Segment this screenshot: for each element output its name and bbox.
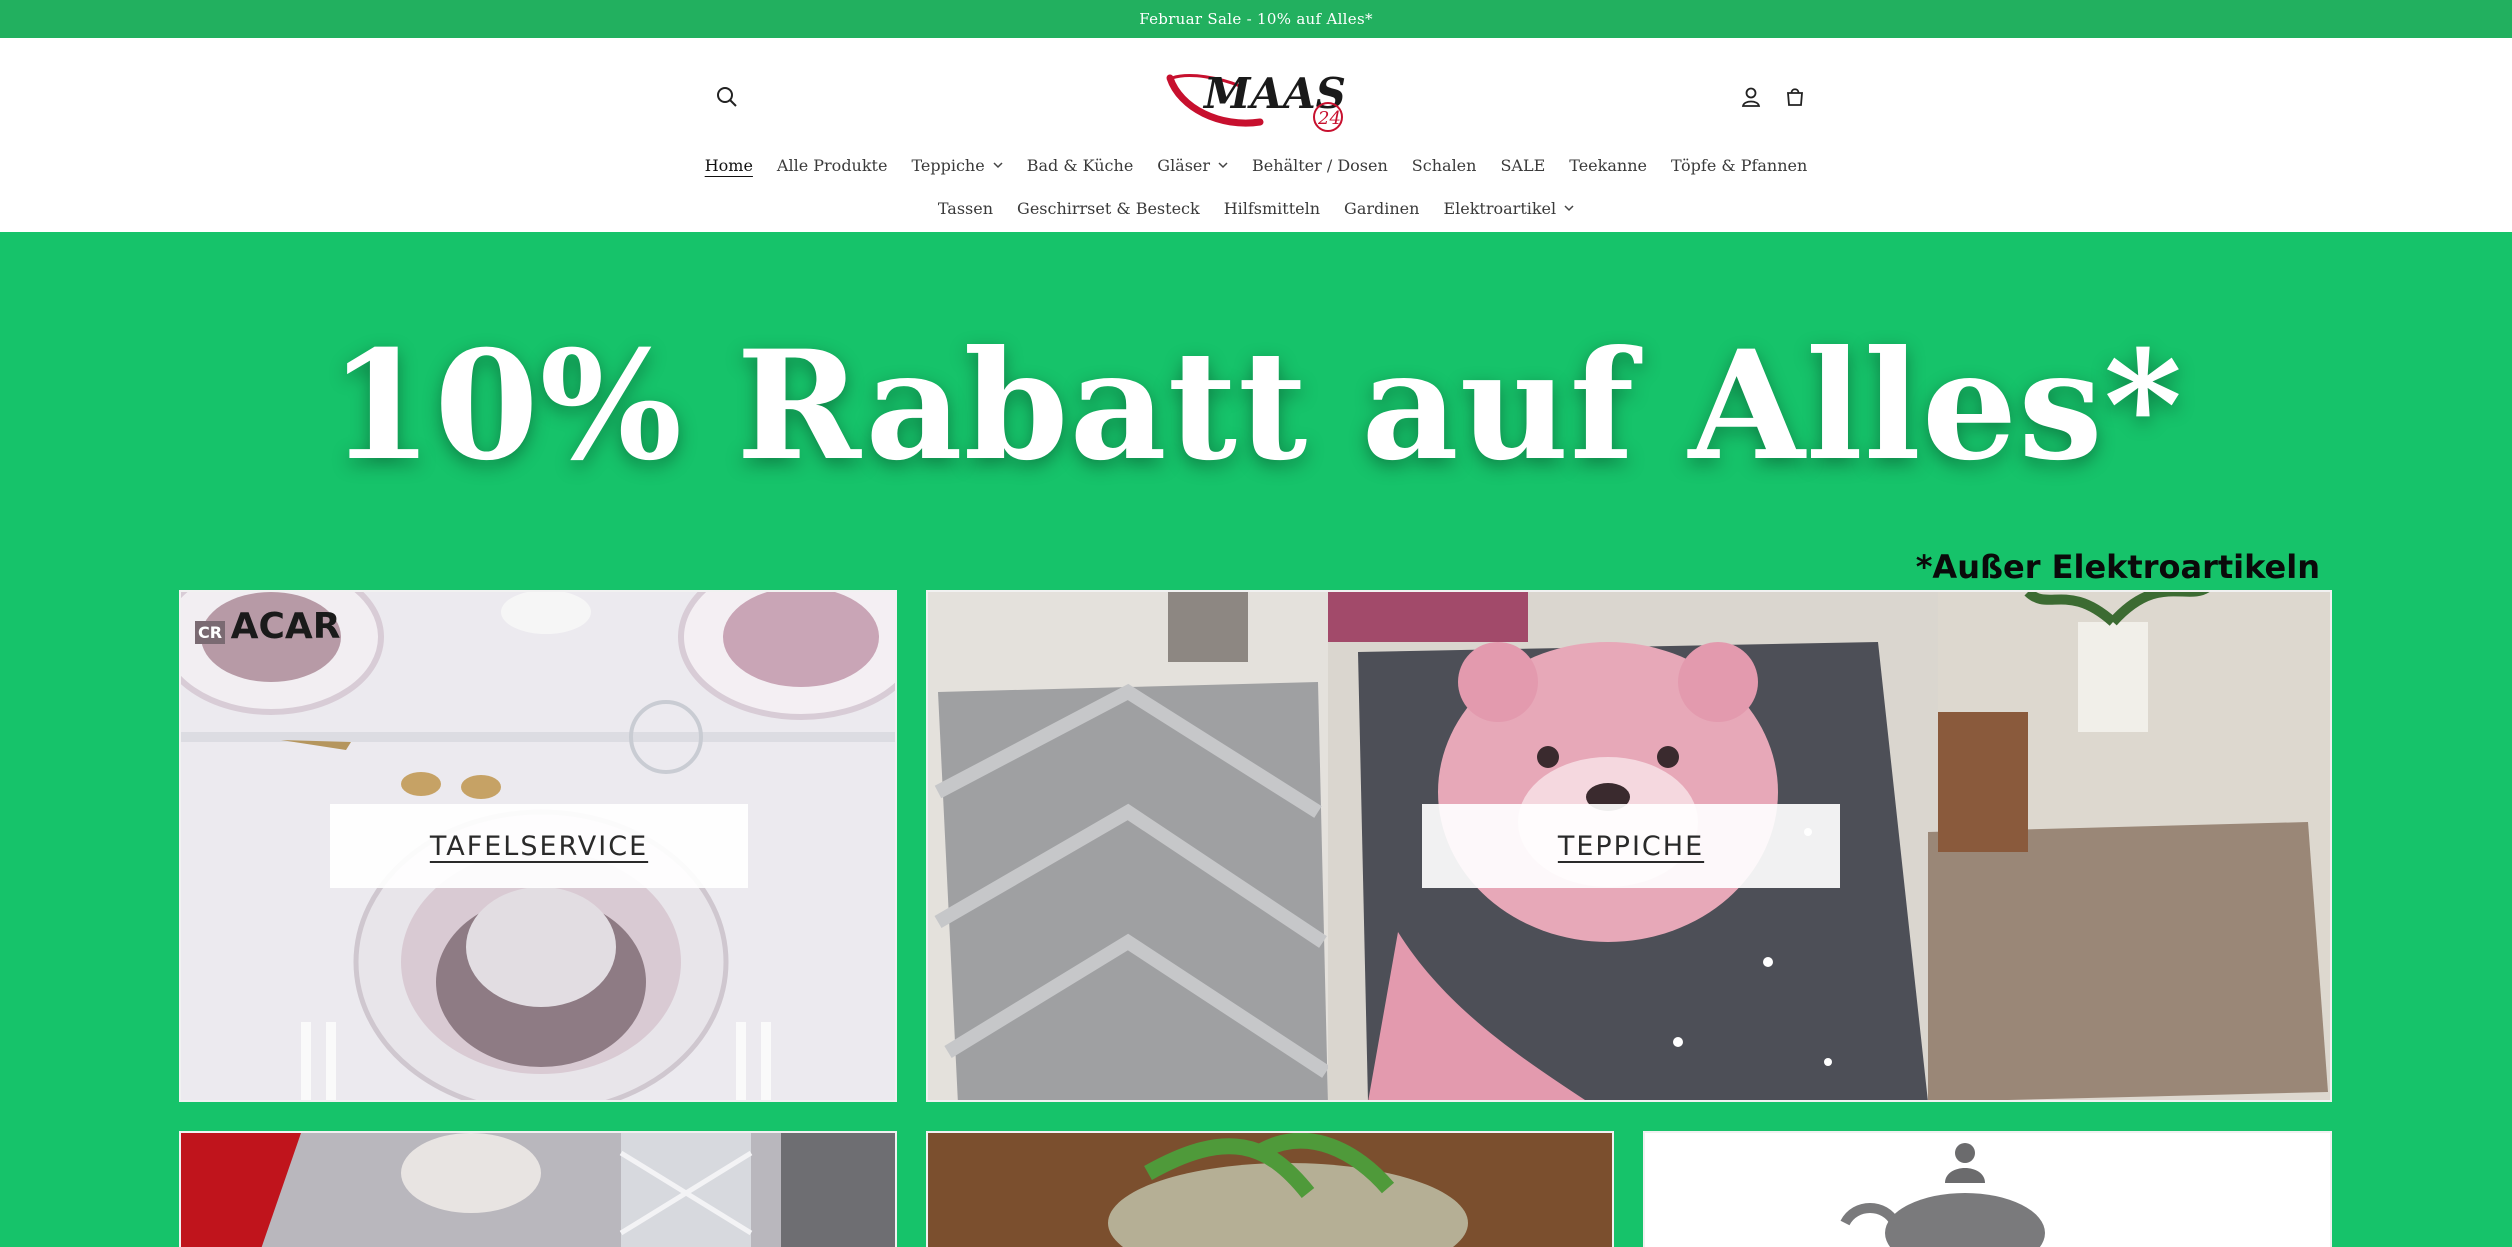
nav-item-tassen[interactable]: Tassen xyxy=(938,199,993,218)
teekanne-image xyxy=(1645,1133,2330,1247)
nav-item-gardinen[interactable]: Gardinen xyxy=(1344,199,1419,218)
nav-item-sale[interactable]: SALE xyxy=(1500,156,1545,175)
category-tile-glaeser[interactable] xyxy=(179,1131,897,1247)
glaeser-image xyxy=(181,1133,895,1247)
nav-item-schalen[interactable]: Schalen xyxy=(1412,156,1477,175)
category-tile-teekanne[interactable] xyxy=(1643,1131,2332,1247)
nav-item-label: Bad & Küche xyxy=(1026,156,1134,175)
nav-item-töpfe-pfannen[interactable]: Töpfe & Pfannen xyxy=(1671,156,1807,175)
main-nav-row-1: Home Alle Produkte Teppiche Bad & Küche Gläs… xyxy=(0,156,2512,175)
brand-mark: CR ACAR xyxy=(195,606,341,647)
tassen-image xyxy=(928,1133,1612,1247)
category-tile-teppiche[interactable]: TEPPICHE xyxy=(926,590,2332,1102)
announcement-text: Februar Sale - 10% auf Alles* xyxy=(1139,10,1373,28)
nav-item-label: Teekanne xyxy=(1569,156,1647,175)
account-icon xyxy=(1741,87,1761,107)
nav-item-label: Teppiche xyxy=(911,156,985,175)
announcement-bar: Februar Sale - 10% auf Alles* xyxy=(0,0,2512,38)
site-header: MAAS 24 Home Alle Produkte Teppiche Bad & K… xyxy=(0,38,2512,232)
nav-item-label: Behälter / Dosen xyxy=(1252,156,1388,175)
account-button[interactable] xyxy=(1731,77,1771,117)
cart-icon xyxy=(1787,88,1803,106)
teppiche-link[interactable]: TEPPICHE xyxy=(1422,804,1840,888)
category-tile-tafelservice[interactable]: CR ACAR TAFELSERVICE xyxy=(179,590,897,1102)
nav-item-teekanne[interactable]: Teekanne xyxy=(1569,156,1647,175)
nav-item-geschirrset-besteck[interactable]: Geschirrset & Besteck xyxy=(1017,199,1200,218)
category-tile-tassen[interactable] xyxy=(926,1131,1614,1247)
logo-graphic: MAAS 24 xyxy=(1166,69,1346,132)
nav-item-label: Tassen xyxy=(937,199,994,218)
nav-item-label: Gardinen xyxy=(1344,199,1420,218)
nav-item-elektroartikel[interactable]: Elektroartikel xyxy=(1443,199,1574,218)
search-button[interactable] xyxy=(707,77,747,117)
chevron-down-icon xyxy=(1218,162,1228,169)
nav-item-label: Elektroartikel xyxy=(1443,199,1557,218)
nav-item-label: Home xyxy=(704,156,753,175)
nav-item-label: Geschirrset & Besteck xyxy=(1017,199,1200,218)
chevron-down-icon xyxy=(993,162,1003,169)
nav-item-gläser[interactable]: Gläser xyxy=(1157,156,1228,175)
nav-item-label: Alle Produkte xyxy=(776,156,888,175)
logo-badge: 24 xyxy=(1317,108,1341,129)
nav-item-label: SALE xyxy=(1500,156,1546,175)
hero-note: *Außer Elektroartikeln xyxy=(1915,548,2320,586)
nav-item-label: Töpfe & Pfannen xyxy=(1670,156,1808,175)
search-icon xyxy=(717,87,737,107)
cart-button[interactable] xyxy=(1775,77,1815,117)
nav-item-behälter-dosen[interactable]: Behälter / Dosen xyxy=(1252,156,1388,175)
tafelservice-link[interactable]: TAFELSERVICE xyxy=(330,804,748,888)
nav-item-bad-küche[interactable]: Bad & Küche xyxy=(1027,156,1134,175)
nav-item-home[interactable]: Home xyxy=(705,156,753,175)
nav-item-label: Hilfsmitteln xyxy=(1223,199,1321,218)
site-logo[interactable]: MAAS 24 xyxy=(1160,68,1350,132)
nav-item-alle-produkte[interactable]: Alle Produkte xyxy=(777,156,888,175)
nav-item-label: Schalen xyxy=(1411,156,1477,175)
nav-item-hilfsmitteln[interactable]: Hilfsmitteln xyxy=(1224,199,1320,218)
chevron-down-icon xyxy=(1564,205,1574,212)
hero-title: 10% Rabatt auf Alles* xyxy=(328,318,2184,494)
nav-item-teppiche[interactable]: Teppiche xyxy=(911,156,1003,175)
main-nav-row-2: Tassen Geschirrset & Besteck Hilfsmitteln G… xyxy=(0,199,2512,218)
nav-item-label: Gläser xyxy=(1157,156,1211,175)
